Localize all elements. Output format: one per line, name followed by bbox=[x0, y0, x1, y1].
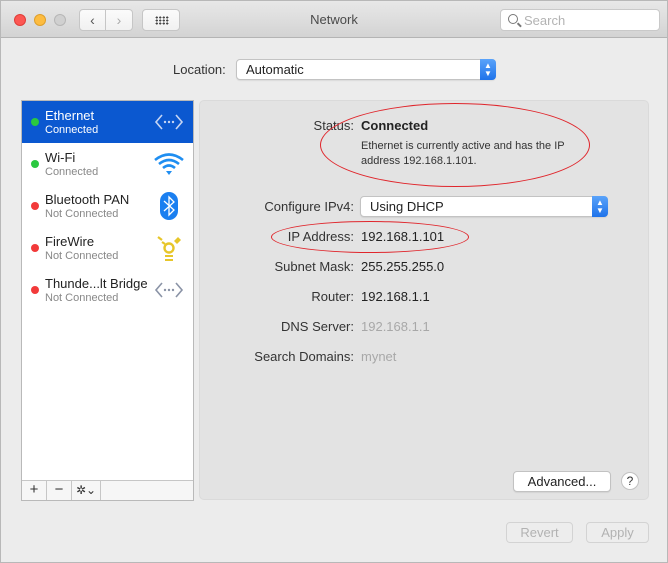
remove-service-button[interactable]: − bbox=[47, 481, 72, 500]
service-status: Connected bbox=[45, 124, 99, 136]
status-dot bbox=[31, 118, 39, 126]
advanced-button[interactable]: Advanced... bbox=[513, 471, 611, 492]
detail-panel: Status: Connected Ethernet is currently … bbox=[199, 100, 649, 500]
service-name: Bluetooth PAN bbox=[45, 192, 130, 207]
service-list: Ethernet Connected Wi-Fi Connected Bluet… bbox=[21, 100, 194, 501]
help-button[interactable]: ? bbox=[621, 472, 639, 490]
updown-chevron-icon: ▲ ▼ bbox=[592, 196, 608, 217]
location-label: Location: bbox=[173, 62, 226, 77]
ethernet-icon bbox=[154, 114, 184, 130]
search-domains-value: mynet bbox=[361, 349, 397, 364]
titlebar: ‹ › Network Search bbox=[1, 1, 667, 38]
location-value: Automatic bbox=[246, 62, 304, 77]
gear-icon: ✲⌄ bbox=[75, 483, 97, 497]
thunderbolt-bridge-icon bbox=[154, 282, 184, 298]
dns-server-value: 192.168.1.1 bbox=[361, 319, 430, 334]
search-icon bbox=[508, 14, 518, 24]
subnet-mask-value: 255.255.255.0 bbox=[361, 259, 445, 274]
service-item-ethernet[interactable]: Ethernet Connected bbox=[22, 101, 193, 143]
location-select[interactable]: Automatic ▲ ▼ bbox=[236, 59, 496, 80]
firewire-icon bbox=[157, 236, 181, 261]
status-dot bbox=[31, 202, 39, 210]
status-dot bbox=[31, 286, 39, 294]
add-service-button[interactable]: + bbox=[22, 481, 47, 500]
status-dot bbox=[31, 244, 39, 252]
revert-button[interactable]: Revert bbox=[506, 522, 573, 543]
configure-ipv4-select[interactable]: Using DHCP ▲ ▼ bbox=[360, 196, 608, 217]
service-status: Not Connected bbox=[45, 292, 119, 304]
service-item-bluetooth-pan[interactable]: Bluetooth PAN Not Connected bbox=[22, 185, 193, 227]
service-name: FireWire bbox=[45, 234, 95, 249]
minus-icon: − bbox=[54, 481, 64, 498]
router-value: 192.168.1.1 bbox=[361, 289, 430, 304]
apply-button[interactable]: Apply bbox=[586, 522, 649, 543]
annotation-ellipse-ip bbox=[271, 221, 469, 253]
service-status: Connected bbox=[45, 166, 99, 178]
service-item-thunderbolt-bridge[interactable]: Thunde...lt Bridge Not Connected bbox=[22, 269, 193, 311]
status-dot bbox=[31, 160, 39, 168]
network-preferences-window: ‹ › Network Search Location: Automatic ▲… bbox=[0, 0, 668, 563]
router-label: Router: bbox=[311, 289, 354, 304]
configure-ipv4-label: Configure IPv4: bbox=[264, 199, 354, 214]
wifi-icon bbox=[154, 153, 184, 175]
search-placeholder: Search bbox=[524, 13, 566, 28]
dns-server-label: DNS Server: bbox=[281, 319, 354, 334]
subnet-mask-label: Subnet Mask: bbox=[274, 259, 355, 274]
configure-ipv4-value: Using DHCP bbox=[370, 199, 444, 214]
updown-chevron-icon: ▲ ▼ bbox=[480, 59, 496, 80]
service-status: Not Connected bbox=[45, 250, 119, 262]
plus-icon: + bbox=[29, 481, 39, 498]
service-name: Thunde...lt Bridge bbox=[45, 276, 148, 291]
service-name: Wi-Fi bbox=[45, 150, 76, 165]
service-item-firewire[interactable]: FireWire Not Connected bbox=[22, 227, 193, 269]
service-status: Not Connected bbox=[45, 208, 119, 220]
service-item-wifi[interactable]: Wi-Fi Connected bbox=[22, 143, 193, 185]
bluetooth-icon bbox=[160, 192, 178, 220]
service-name: Ethernet bbox=[45, 108, 95, 123]
search-domains-label: Search Domains: bbox=[254, 349, 354, 364]
annotation-ellipse-status bbox=[320, 103, 590, 187]
action-menu-button[interactable]: ✲⌄ bbox=[72, 481, 101, 500]
search-field[interactable]: Search bbox=[500, 9, 660, 31]
service-list-toolbar: + − ✲⌄ bbox=[22, 480, 193, 500]
